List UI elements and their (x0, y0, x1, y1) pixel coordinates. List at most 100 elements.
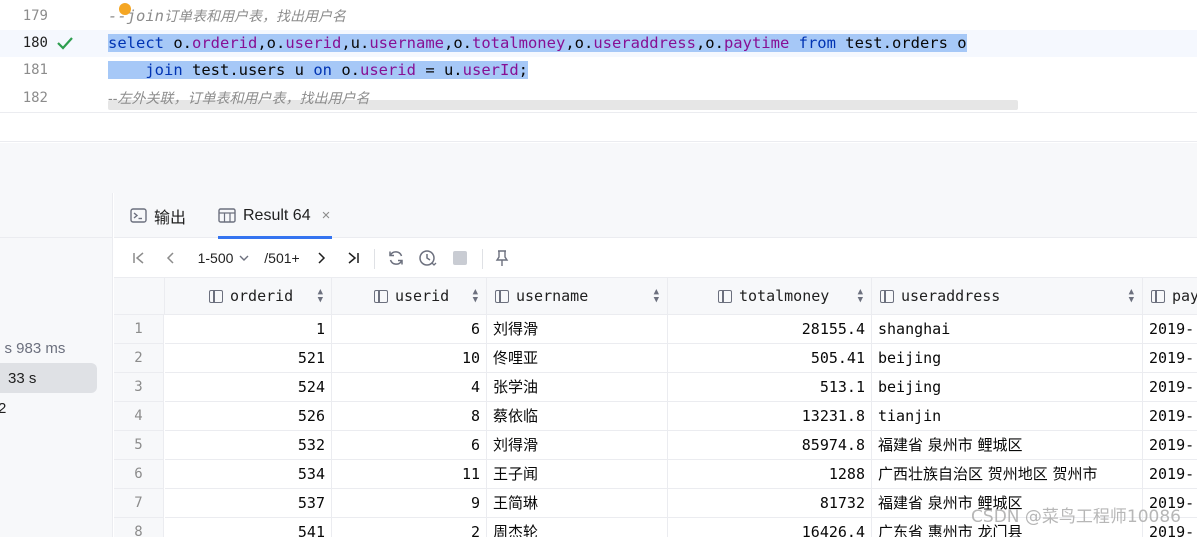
code-line-181[interactable]: join test.users u on o.userid = u.userId… (108, 57, 528, 84)
cell-orderid[interactable]: 521 (165, 344, 332, 373)
cell-useraddress[interactable]: 福建省 泉州市 鲤城区 (872, 431, 1143, 460)
cell-pay[interactable]: 2019- (1143, 344, 1197, 373)
cell-username[interactable]: 王简琳 (487, 489, 668, 518)
cell-orderid[interactable]: 526 (165, 402, 332, 431)
pin-icon[interactable] (490, 239, 514, 277)
cell-username[interactable]: 周杰轮 (487, 518, 668, 537)
cell-useraddress[interactable]: tianjin (872, 402, 1143, 431)
cell-userid[interactable]: 9 (332, 489, 487, 518)
field-username: username (369, 34, 444, 52)
code-line-182[interactable]: --左外关联，订单表和用户表，找出用户名 (108, 85, 369, 112)
field-paytime: paytime (723, 34, 790, 52)
cell-userid[interactable]: 11 (332, 460, 487, 489)
sort-icon[interactable]: ▲ ▼ (1129, 288, 1134, 305)
cell-userid[interactable]: 10 (332, 344, 487, 373)
session-time-label[interactable]: 33 s (8, 370, 36, 387)
stop-icon[interactable] (448, 239, 472, 277)
cell-userid[interactable]: 8 (332, 402, 487, 431)
cell-totalmoney[interactable]: 13231.8 (668, 402, 872, 431)
cell-username[interactable]: 张学油 (487, 373, 668, 402)
cell-orderid[interactable]: 534 (165, 460, 332, 489)
cell-pay[interactable]: 2019- (1143, 315, 1197, 344)
cell-userid[interactable]: 4 (332, 373, 487, 402)
row-number[interactable]: 7 (114, 489, 164, 518)
next-page-icon[interactable] (310, 239, 332, 277)
cell-orderid[interactable]: 541 (165, 518, 332, 537)
panel-splitter[interactable] (0, 143, 1197, 193)
last-page-icon[interactable] (342, 239, 364, 277)
row-number[interactable]: 3 (114, 373, 164, 402)
cell-userid[interactable]: 6 (332, 315, 487, 344)
row-number[interactable]: 8 (114, 518, 164, 537)
column-header-username[interactable]: username ▲ ▼ (487, 278, 668, 315)
cell-totalmoney[interactable]: 81732 (668, 489, 872, 518)
cell-username[interactable]: 刘得滑 (487, 315, 668, 344)
refresh-icon[interactable] (384, 239, 408, 277)
row-number[interactable]: 4 (114, 402, 164, 431)
tab-result-64[interactable]: Result 64 × (218, 193, 333, 239)
cell-useraddress[interactable]: beijing (872, 344, 1143, 373)
row-number[interactable]: 1 (114, 315, 164, 344)
code-token: ,o. (257, 34, 286, 52)
column-header-paytime[interactable]: pay (1143, 278, 1197, 315)
row-number[interactable]: 6 (114, 460, 164, 489)
cell-totalmoney[interactable]: 85974.8 (668, 431, 872, 460)
execution-time-label[interactable]: 3 s 983 ms (0, 340, 65, 357)
watermark: CSDN @菜鸟工程师10086 (971, 507, 1181, 527)
first-page-icon[interactable] (128, 239, 150, 277)
cell-username[interactable]: 王子闻 (487, 460, 668, 489)
row-number[interactable]: 2 (114, 344, 164, 373)
cell-useraddress[interactable]: beijing (872, 373, 1143, 402)
column-icon (880, 289, 894, 303)
toolbar-divider (482, 249, 483, 269)
tab-output[interactable]: 输出 (130, 193, 186, 238)
column-header-totalmoney[interactable]: totalmoney ▲ ▼ (668, 278, 872, 315)
cell-username[interactable]: 佟哩亚 (487, 344, 668, 373)
code-token: test.users u (182, 61, 314, 79)
history-clock-icon[interactable] (416, 239, 440, 277)
sort-icon[interactable]: ▲ ▼ (473, 288, 478, 305)
column-icon (209, 289, 223, 303)
code-token: o. (331, 61, 360, 79)
grid-corner[interactable] (114, 278, 165, 315)
cell-totalmoney[interactable]: 16426.4 (668, 518, 872, 537)
cell-totalmoney[interactable]: 513.1 (668, 373, 872, 402)
close-icon[interactable]: × (322, 207, 331, 224)
column-header-userid[interactable]: userid ▲ ▼ (332, 278, 487, 315)
cell-orderid[interactable]: 524 (165, 373, 332, 402)
cell-pay[interactable]: 2019- (1143, 402, 1197, 431)
cell-totalmoney[interactable]: 1288 (668, 460, 872, 489)
code-line-179[interactable]: --join订单表和用户表，找出用户名 (108, 3, 346, 30)
cell-useraddress[interactable]: 广西壮族自治区 贺州地区 贺州市 (872, 460, 1143, 489)
cell-pay[interactable]: 2019- (1143, 460, 1197, 489)
cell-pay[interactable]: 2019- (1143, 373, 1197, 402)
cell-orderid[interactable]: 532 (165, 431, 332, 460)
services-panel: 3 s 983 ms 33 s 2 (0, 193, 113, 537)
page-range-label: 1-500 (197, 250, 234, 266)
cell-pay[interactable]: 2019- (1143, 431, 1197, 460)
sort-icon[interactable]: ▲ ▼ (858, 288, 863, 305)
cell-userid[interactable]: 6 (332, 431, 487, 460)
sort-icon[interactable]: ▲ ▼ (318, 288, 323, 305)
cell-useraddress[interactable]: shanghai (872, 315, 1143, 344)
cell-orderid[interactable]: 537 (165, 489, 332, 518)
column-header-useraddress[interactable]: useraddress ▲ ▼ (872, 278, 1143, 315)
previous-page-icon[interactable] (160, 239, 182, 277)
session-count-label[interactable]: 2 (0, 400, 6, 417)
code-editor[interactable]: 179 --join订单表和用户表，找出用户名 180 select o.ord… (0, 0, 1197, 142)
cell-totalmoney[interactable]: 28155.4 (668, 315, 872, 344)
cell-username[interactable]: 刘得滑 (487, 431, 668, 460)
page-range-dropdown[interactable]: 1-500 (194, 239, 254, 277)
total-rows-label[interactable]: /501+ (260, 239, 304, 277)
row-number[interactable]: 5 (114, 431, 164, 460)
cell-username[interactable]: 蔡依临 (487, 402, 668, 431)
cell-orderid[interactable]: 1 (165, 315, 332, 344)
selected-text: join test.users u on o.userid = u.userId… (108, 61, 528, 79)
result-grid[interactable]: orderid ▲ ▼ userid ▲ ▼ username ▲ ▼ totalmo… (114, 277, 1197, 537)
cell-userid[interactable]: 2 (332, 518, 487, 537)
comment-text: 订单表和用户表，找出用户名 (164, 9, 346, 25)
cell-totalmoney[interactable]: 505.41 (668, 344, 872, 373)
sort-icon[interactable]: ▲ ▼ (654, 288, 659, 305)
column-header-orderid[interactable]: orderid ▲ ▼ (165, 278, 332, 315)
code-line-180[interactable]: select o.orderid,o.userid,u.username,o.t… (108, 30, 967, 57)
